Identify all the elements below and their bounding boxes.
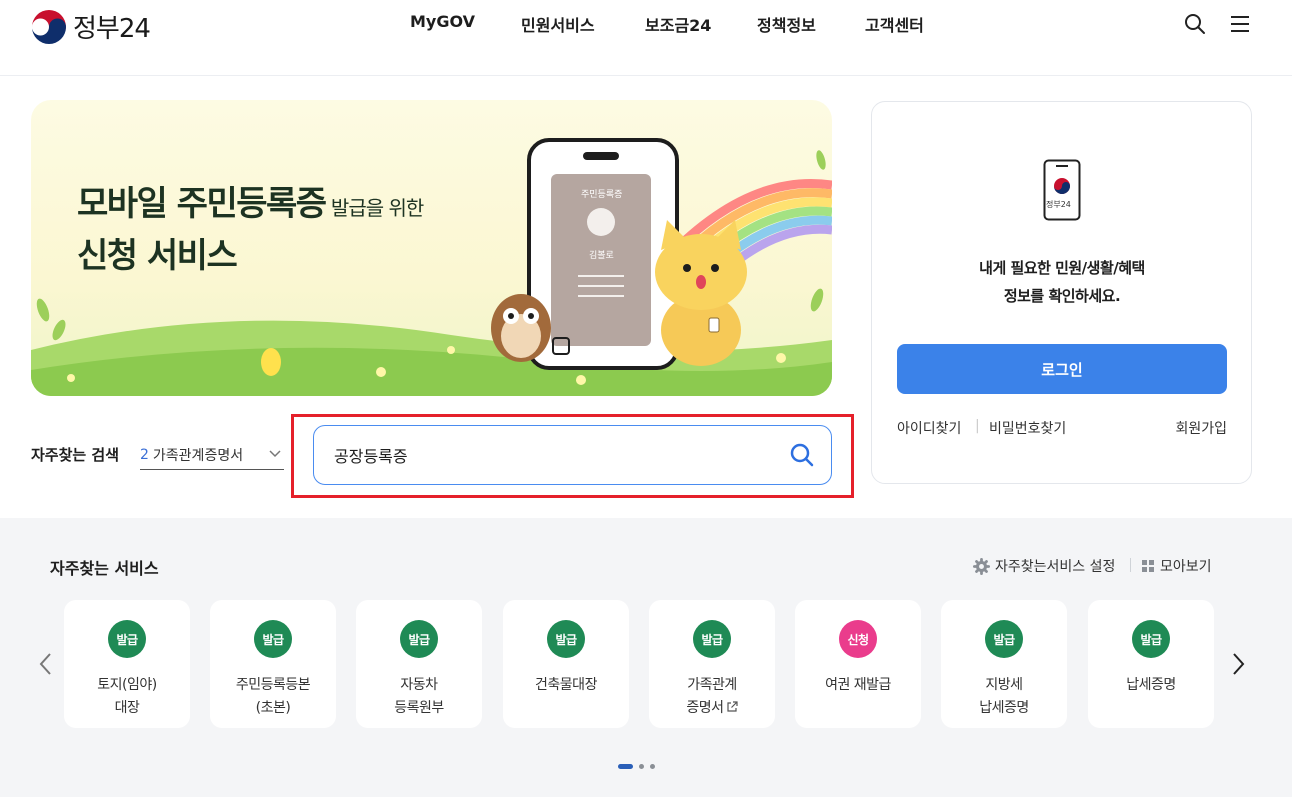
external-link-icon bbox=[726, 701, 738, 712]
service-card-label: 토지(임야) 대장 bbox=[64, 674, 190, 720]
login-message-line1: 내게 필요한 민원/생활/혜택 bbox=[979, 259, 1145, 277]
service-card-local-tax-certificate[interactable]: 발급 지방세 납세증명 bbox=[941, 600, 1067, 728]
nav-policy-info[interactable]: 정책정보 bbox=[757, 12, 816, 36]
service-card-family-certificate[interactable]: 발급 가족관계 증명서 bbox=[649, 600, 775, 728]
service-label-line2: 증명서 bbox=[686, 700, 724, 716]
menu-icon[interactable] bbox=[1228, 12, 1252, 36]
login-panel: 정부24 내게 필요한 민원/생활/혜택 정보를 확인하세요. 로그인 아이디찾… bbox=[871, 101, 1252, 484]
issue-badge: 발급 bbox=[254, 620, 292, 658]
issue-badge: 발급 bbox=[985, 620, 1023, 658]
issue-badge: 발급 bbox=[108, 620, 146, 658]
service-label-line2: (초본) bbox=[255, 700, 291, 716]
frequent-search-dropdown[interactable]: 2 가족관계증명서 bbox=[140, 440, 284, 470]
search-icon[interactable] bbox=[1183, 12, 1207, 36]
chevron-right-icon[interactable] bbox=[1228, 651, 1248, 677]
login-message: 내게 필요한 민원/생활/혜택 정보를 확인하세요. bbox=[872, 254, 1252, 310]
issue-badge: 발급 bbox=[400, 620, 438, 658]
search-submit-icon[interactable] bbox=[789, 442, 815, 468]
phone-card-title: 주민등록증 bbox=[581, 190, 623, 200]
service-label-line1: 토지(임야) bbox=[97, 677, 157, 693]
service-card-vehicle-register[interactable]: 발급 자동차 등록원부 bbox=[356, 600, 482, 728]
service-label-line2: 납세증명 bbox=[979, 700, 1029, 716]
service-card-building-register[interactable]: 발급 건축물대장 bbox=[503, 600, 629, 728]
banner-title-main: 모바일 주민등록증 bbox=[77, 184, 327, 224]
service-label-line2-wrap: 증명서 bbox=[649, 697, 775, 720]
banner-title-small: 발급을 위한 bbox=[325, 196, 424, 220]
frequent-search-rank: 2 bbox=[140, 446, 149, 463]
apply-badge: 신청 bbox=[839, 620, 877, 658]
frequent-services-title: 자주찾는 서비스 bbox=[50, 559, 159, 578]
banner-title-line2: 신청 서비스 bbox=[77, 236, 238, 276]
service-card-label: 건축물대장 bbox=[503, 674, 629, 697]
service-card-tax-certificate[interactable]: 발급 납세증명 bbox=[1088, 600, 1214, 728]
options-divider bbox=[1130, 558, 1131, 572]
search-bar bbox=[313, 425, 832, 485]
service-label-line2: 대장 bbox=[114, 700, 140, 716]
service-label-line2: 등록원부 bbox=[394, 700, 444, 716]
frequent-search-label: 자주찾는 검색 bbox=[31, 446, 120, 464]
phone-icon-text: 정부24 bbox=[1046, 200, 1071, 209]
search-input[interactable] bbox=[334, 426, 774, 484]
service-card-label: 가족관계 증명서 bbox=[649, 674, 775, 720]
service-card-label: 자동차 등록원부 bbox=[356, 674, 482, 720]
carousel-pagination bbox=[618, 764, 655, 769]
grid-icon bbox=[1142, 560, 1154, 572]
service-card-label: 지방세 납세증명 bbox=[941, 674, 1067, 720]
service-card-land-register[interactable]: 발급 토지(임야) 대장 bbox=[64, 600, 190, 728]
pagination-dot-2[interactable] bbox=[639, 764, 644, 769]
service-card-label: 주민등록등본 (초본) bbox=[210, 674, 336, 720]
mobile-phone-icon bbox=[1043, 159, 1081, 221]
gallery-label: 모아보기 bbox=[1160, 559, 1212, 575]
frequent-services-settings[interactable]: 자주찾는서비스 설정 bbox=[973, 556, 1115, 576]
nav-mygov[interactable]: MyGOV bbox=[410, 12, 475, 31]
issue-badge: 발급 bbox=[693, 620, 731, 658]
frequent-services-section: 자주찾는 서비스 자주찾는서비스 설정 모아보기 발급 토지(임야) 대장 발급… bbox=[0, 518, 1292, 797]
site-header: 정부24 MyGOV 민원서비스 보조금24 정책정보 고객센터 bbox=[0, 0, 1292, 76]
main-navigation: MyGOV 민원서비스 보조금24 정책정보 고객센터 bbox=[0, 12, 1292, 36]
login-button[interactable]: 로그인 bbox=[897, 344, 1227, 394]
service-card-label: 여권 재발급 bbox=[795, 674, 921, 697]
gear-icon bbox=[973, 557, 990, 575]
service-label-line1: 가족관계 bbox=[687, 677, 737, 693]
mobile-id-banner[interactable]: 주민등록증 김볼로 모바일 주민등록증 발급을 위한 신청 서비스 bbox=[31, 100, 832, 396]
service-card-resident-register[interactable]: 발급 주민등록등본 (초본) bbox=[210, 600, 336, 728]
phone-card-name: 김볼로 bbox=[589, 251, 614, 261]
signup-link[interactable]: 회원가입 bbox=[1175, 418, 1227, 438]
service-card-passport-reissue[interactable]: 신청 여권 재발급 bbox=[795, 600, 921, 728]
pagination-dot-1[interactable] bbox=[618, 764, 633, 769]
chevron-down-icon bbox=[269, 450, 281, 458]
view-all-services[interactable]: 모아보기 bbox=[1141, 556, 1212, 576]
find-password-link[interactable]: 비밀번호찾기 bbox=[989, 418, 1066, 438]
frequent-search-value: 가족관계증명서 bbox=[152, 447, 244, 464]
nav-subsidy24[interactable]: 보조금24 bbox=[645, 12, 711, 36]
pagination-dot-3[interactable] bbox=[650, 764, 655, 769]
service-label-line1: 주민등록등본 bbox=[235, 677, 311, 693]
settings-label: 자주찾는서비스 설정 bbox=[995, 559, 1116, 575]
service-label-line1: 납세증명 bbox=[1126, 677, 1176, 693]
service-card-label: 납세증명 bbox=[1088, 674, 1214, 697]
service-label-line1: 여권 재발급 bbox=[825, 677, 891, 693]
service-label-line1: 건축물대장 bbox=[535, 677, 597, 693]
link-divider: | bbox=[975, 418, 980, 434]
service-label-line1: 지방세 bbox=[985, 677, 1023, 693]
find-id-link[interactable]: 아이디찾기 bbox=[897, 418, 961, 438]
issue-badge: 발급 bbox=[1132, 620, 1170, 658]
nav-customer-center[interactable]: 고객센터 bbox=[865, 12, 924, 36]
nav-civil-service[interactable]: 민원서비스 bbox=[521, 12, 595, 36]
banner-title: 모바일 주민등록증 발급을 위한 신청 서비스 bbox=[77, 180, 424, 280]
chevron-left-icon[interactable] bbox=[36, 651, 56, 677]
login-message-line2: 정보를 확인하세요. bbox=[1003, 287, 1121, 305]
service-label-line1: 자동차 bbox=[400, 677, 438, 693]
issue-badge: 발급 bbox=[547, 620, 585, 658]
